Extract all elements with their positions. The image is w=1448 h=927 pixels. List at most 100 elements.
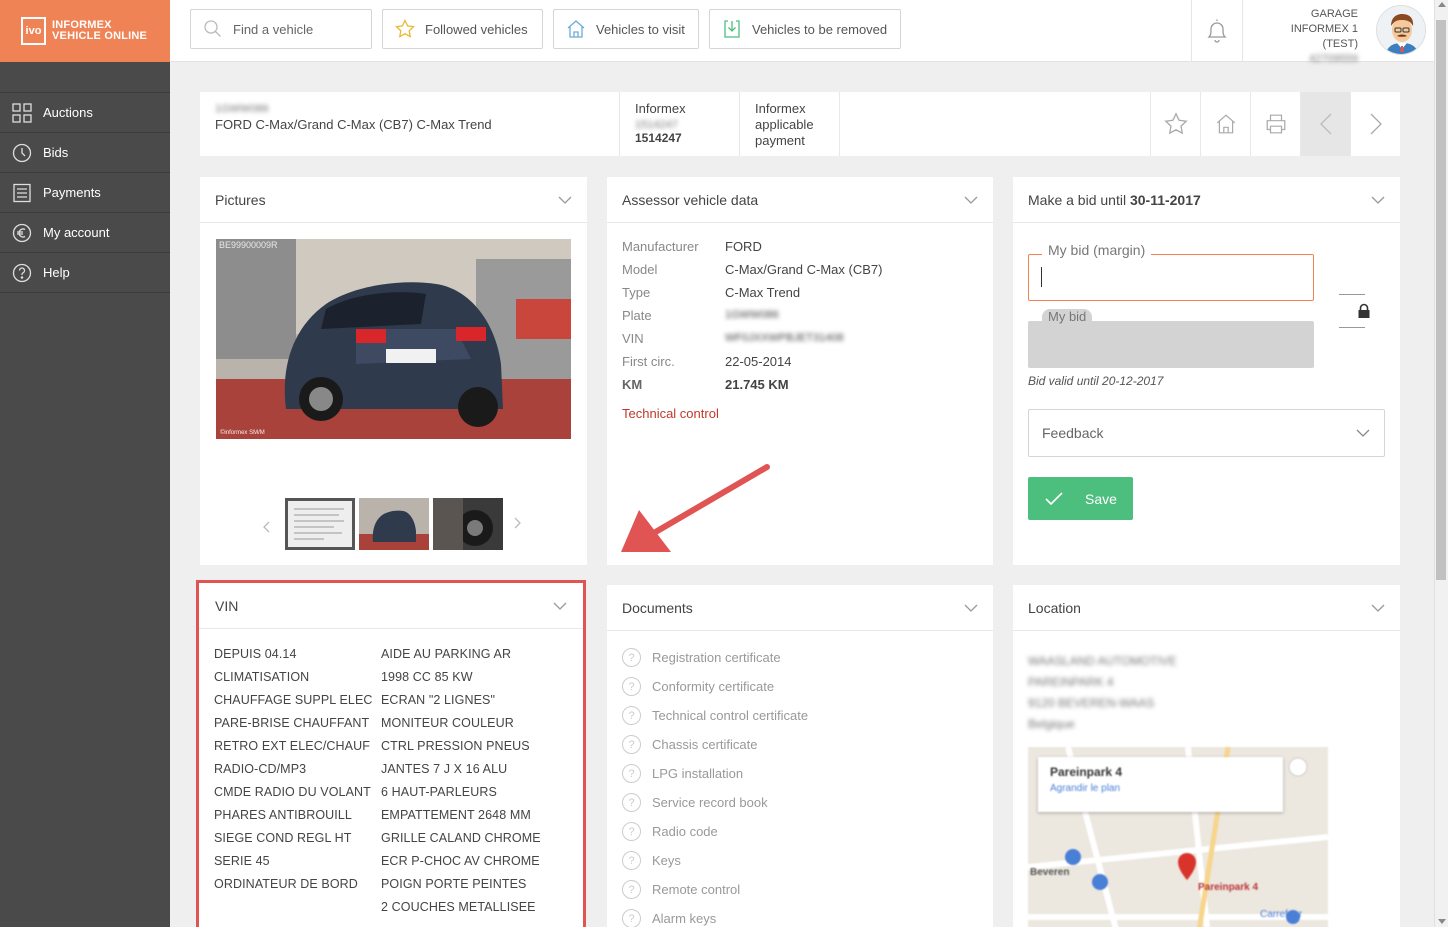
document-row[interactable]: ? Alarm keys xyxy=(622,904,978,927)
document-row[interactable]: ? Conformity certificate xyxy=(622,672,978,701)
informex-cell: Informex 1514247 1514247 xyxy=(620,92,740,156)
search-box[interactable]: Find a vehicle xyxy=(190,9,372,49)
thumbnail-2[interactable] xyxy=(359,498,429,550)
document-row[interactable]: ? Chassis certificate xyxy=(622,730,978,759)
thumbnail-1[interactable] xyxy=(285,498,355,550)
vin-options-list: DEPUIS 04.14 AIDE AU PARKING AR CLIMATISAT… xyxy=(199,629,583,919)
document-icon xyxy=(13,183,31,202)
home-icon xyxy=(1216,114,1235,134)
thumbnails-prev-button[interactable] xyxy=(262,521,270,536)
sidebar-item-payments[interactable]: Payments xyxy=(0,173,170,213)
sidebar-item-help[interactable]: Help xyxy=(0,253,170,293)
document-row[interactable]: ? LPG installation xyxy=(622,759,978,788)
documents-panel: Documents ? Registration certificate ? Conf… xyxy=(607,585,993,927)
location-title: Location xyxy=(1028,599,1081,616)
garage-info: GARAGE INFORMEX 1 (TEST) 42709559 xyxy=(1254,7,1358,67)
document-row[interactable]: ? Keys xyxy=(622,846,978,875)
print-button[interactable] xyxy=(1250,92,1300,156)
followed-vehicles-button[interactable]: Followed vehicles xyxy=(382,9,543,49)
previous-vehicle-button[interactable] xyxy=(1300,92,1350,156)
euro-icon xyxy=(12,223,32,242)
question-icon: ? xyxy=(622,764,641,783)
row-value: 22-05-2014 xyxy=(725,354,792,369)
document-label: Registration certificate xyxy=(652,650,781,665)
document-label: Remote control xyxy=(652,882,741,897)
sidebar-item-auctions[interactable]: Auctions xyxy=(0,93,170,133)
vin-option: RADIO-CD/MP3 xyxy=(214,762,307,776)
bid-input[interactable] xyxy=(1028,321,1314,368)
scroll-thumb[interactable] xyxy=(1436,20,1446,580)
search-icon xyxy=(204,20,221,37)
assessor-row-manufacturer: Manufacturer FORD xyxy=(622,235,978,258)
vin-option: AIDE AU PARKING AR xyxy=(381,647,512,661)
document-row[interactable]: ? Registration certificate xyxy=(622,643,978,672)
map-pin-label: Pareinpark 4 xyxy=(1198,882,1259,893)
question-icon: ? xyxy=(622,677,641,696)
map-title: Pareinpark 4 xyxy=(1050,765,1123,779)
logo[interactable]: ivo INFORMEX VEHICLE ONLINE xyxy=(0,0,170,62)
star-icon xyxy=(1163,112,1188,135)
sidebar-item-my-account[interactable]: My account xyxy=(0,213,170,253)
location-header[interactable]: Location xyxy=(1013,585,1400,631)
location-map[interactable]: Pareinpark 4 Agrandir le plan Beveren Pa… xyxy=(1028,747,1328,927)
document-label: Service record book xyxy=(652,795,768,810)
vin-option: SIEGE COND REGL HT xyxy=(214,831,352,845)
document-photo-icon xyxy=(288,501,352,547)
save-button[interactable]: Save xyxy=(1028,477,1133,520)
avatar[interactable] xyxy=(1376,5,1426,55)
document-row[interactable]: ? Technical control certificate xyxy=(622,701,978,730)
pictures-header[interactable]: Pictures xyxy=(200,177,587,223)
feedback-select[interactable]: Feedback xyxy=(1028,409,1385,457)
main-vehicle-photo[interactable]: BE99900009R ©informex SM/M xyxy=(216,239,571,439)
thumbnail-3[interactable] xyxy=(433,498,503,550)
map-enlarge-link[interactable]: Agrandir le plan xyxy=(1050,783,1271,794)
save-label: Save xyxy=(1085,490,1117,507)
row-label: Plate xyxy=(622,308,652,323)
document-row[interactable]: ? Radio code xyxy=(622,817,978,846)
assessor-header[interactable]: Assessor vehicle data xyxy=(607,177,993,223)
row-label: Manufacturer xyxy=(622,239,699,254)
page-scrollbar[interactable] xyxy=(1434,0,1448,927)
next-vehicle-button[interactable] xyxy=(1350,92,1400,156)
bid-margin-label: My bid (margin) xyxy=(1042,242,1152,258)
scroll-up-icon[interactable] xyxy=(1438,2,1446,7)
lock-button[interactable] xyxy=(1357,303,1371,322)
follow-vehicle-button[interactable] xyxy=(1150,92,1200,156)
chevron-right-icon xyxy=(514,517,521,529)
sidebar-item-label: Auctions xyxy=(43,105,93,120)
search-input[interactable]: Find a vehicle xyxy=(233,22,313,37)
scroll-down-icon[interactable] xyxy=(1438,919,1446,924)
assessor-row-model: Model C-Max/Grand C-Max (CB7) xyxy=(622,258,978,281)
informex-blurred: 1514247 xyxy=(635,119,678,131)
sidebar-item-label: Bids xyxy=(43,145,69,160)
visit-vehicle-button[interactable] xyxy=(1200,92,1250,156)
garage-name: GARAGE INFORMEX 1 xyxy=(1290,8,1358,35)
notifications-button[interactable] xyxy=(1191,0,1243,62)
row-label: KM xyxy=(622,377,643,392)
vehicles-to-visit-button[interactable]: Vehicles to visit xyxy=(553,9,699,49)
document-row[interactable]: ? Remote control xyxy=(622,875,978,904)
chevron-down-icon xyxy=(558,196,572,204)
informex-label: Informex xyxy=(635,101,686,116)
vin-option: SERIE 45 xyxy=(214,854,270,868)
chevron-down-icon xyxy=(964,604,978,612)
thumbnails-next-button[interactable] xyxy=(514,517,522,532)
bid-margin-input[interactable] xyxy=(1028,254,1314,301)
address-line: WAASLAND AUTOMOTIVE xyxy=(1028,654,1177,668)
sidebar-item-bids[interactable]: Bids xyxy=(0,133,170,173)
vin-option: ECRAN "2 LIGNES" xyxy=(381,693,495,707)
vehicles-to-remove-button[interactable]: Vehicles to be removed xyxy=(709,9,901,49)
documents-header[interactable]: Documents xyxy=(607,585,993,631)
document-row[interactable]: ? Service record book xyxy=(622,788,978,817)
bid-header[interactable]: Make a bid until 30-11-2017 xyxy=(1013,177,1400,223)
location-panel: Location WAASLAND AUTOMOTIVE PAREINPARK … xyxy=(1013,585,1400,927)
question-icon: ? xyxy=(622,851,641,870)
technical-control-link[interactable]: Technical control xyxy=(622,406,978,421)
question-icon: ? xyxy=(622,648,641,667)
car-photo-icon xyxy=(216,239,571,439)
row-value: 21.745 KM xyxy=(725,377,789,392)
vin-header[interactable]: VIN xyxy=(199,583,583,629)
chevron-right-icon xyxy=(1370,113,1382,135)
wheel-thumbnail-icon xyxy=(433,498,503,550)
question-icon: ? xyxy=(622,735,641,754)
